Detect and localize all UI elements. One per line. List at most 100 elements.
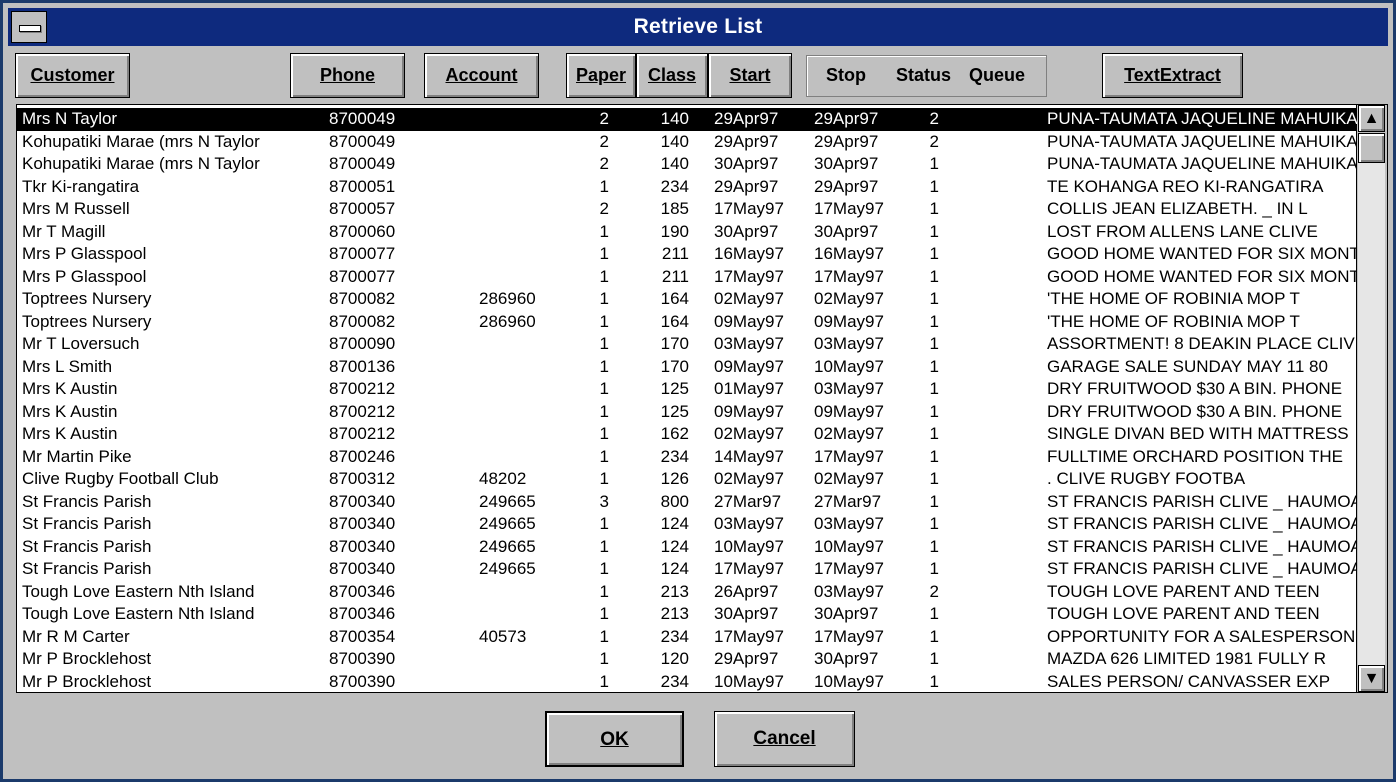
- list-cell: Mrs M Russell: [22, 199, 130, 218]
- cancel-label: Cancel: [753, 728, 816, 749]
- list-cell: 1: [599, 536, 609, 556]
- list-cell: 1: [599, 581, 609, 601]
- list-cell: 17May97: [714, 266, 784, 286]
- list-item[interactable]: Kohupatiki Marae (mrs N Taylor 8700049 2 14…: [17, 131, 1357, 154]
- retrieve-list-window: Retrieve List Customer Phone Account Pap…: [0, 0, 1396, 782]
- list-cell: 120: [660, 649, 689, 668]
- list-item[interactable]: St Francis Parish 8700340 249665 3 800 27Mar9…: [17, 491, 1357, 514]
- list-item[interactable]: Mrs M Russell 8700057 2 185 17May97 17May97 1 C…: [17, 198, 1357, 221]
- list-item[interactable]: St Francis Parish 8700340 249665 1 124 10May9…: [17, 536, 1357, 559]
- list-cell: 8700346: [329, 604, 396, 623]
- status-label[interactable]: Status: [896, 65, 951, 86]
- list-cell: 234: [660, 626, 689, 646]
- account-button[interactable]: Account: [424, 53, 539, 98]
- list-cell: 17May97: [814, 446, 884, 466]
- list-item[interactable]: Mr T Magill 8700060 1 190 30Apr97 30Apr97 1 LOS…: [17, 221, 1357, 244]
- list-cell: 30Apr97: [814, 154, 879, 173]
- list-cell: MAZDA 626 LIMITED 1981 FULLY R: [1047, 649, 1327, 668]
- list-item[interactable]: St Francis Parish 8700340 249665 1 124 03May9…: [17, 513, 1357, 536]
- list-cell: 27Mar97: [714, 491, 782, 511]
- list-item[interactable]: St Francis Parish 8700340 249665 1 124 17May9…: [17, 558, 1357, 581]
- paper-button[interactable]: Paper: [566, 53, 636, 98]
- list-item[interactable]: Mrs K Austin 8700212 1 162 02May97 02May97 1 SI…: [17, 423, 1357, 446]
- customer-button[interactable]: Customer: [15, 53, 130, 98]
- list-cell: 249665: [479, 536, 536, 556]
- list-cell: TOUGH LOVE PARENT AND TEEN: [1047, 604, 1320, 623]
- ok-button[interactable]: OK: [545, 711, 684, 767]
- textextract-button[interactable]: TextExtract: [1102, 53, 1243, 98]
- queue-label[interactable]: Queue: [969, 65, 1025, 86]
- list-cell: 1: [929, 311, 939, 331]
- list-item[interactable]: Tkr Ki-rangatira 8700051 1 234 29Apr97 29Apr9…: [17, 176, 1357, 199]
- list-item[interactable]: Mrs L Smith 8700136 1 170 09May97 10May97 1 GAR…: [17, 356, 1357, 379]
- list-cell: 1: [599, 244, 609, 263]
- list-cell: 286960: [479, 311, 536, 331]
- window-title: Retrieve List: [633, 15, 763, 38]
- list-cell: 8700246: [329, 446, 396, 466]
- list-cell: 02May97: [714, 424, 784, 443]
- list-item[interactable]: Mr R M Carter 8700354 40573 1 234 17May97 17Ma…: [17, 626, 1357, 649]
- list-item[interactable]: Toptrees Nursery 8700082 286960 1 164 09May97…: [17, 311, 1357, 334]
- list-item[interactable]: Mr Martin Pike 8700246 1 234 14May97 17May97 1…: [17, 446, 1357, 469]
- list-cell: 1: [929, 221, 939, 241]
- list-cell: 1: [929, 626, 939, 646]
- list-cell: 29Apr97: [714, 131, 779, 151]
- scroll-thumb[interactable]: [1358, 133, 1385, 163]
- list-cell: 3: [599, 491, 609, 511]
- list-cell: 2: [599, 154, 609, 173]
- list-cell: 190: [660, 221, 689, 241]
- list-cell: 8700340: [329, 536, 396, 556]
- customer-label: Customer: [30, 65, 115, 85]
- list-cell: 02May97: [714, 469, 784, 488]
- scroll-track[interactable]: [1358, 163, 1385, 665]
- list-item[interactable]: Mr T Loversuch 8700090 1 170 03May97 03May97 1…: [17, 333, 1357, 356]
- list-item[interactable]: Mrs K Austin 8700212 1 125 09May97 09May97 1 DR…: [17, 401, 1357, 424]
- list-cell: 1: [929, 401, 939, 421]
- list-cell: 17May97: [714, 199, 784, 218]
- class-button[interactable]: Class: [636, 53, 708, 98]
- list-cell: COLLIS JEAN ELIZABETH. _ IN L: [1047, 199, 1308, 218]
- list-item[interactable]: Mrs P Glasspool 8700077 1 211 17May97 17May97…: [17, 266, 1357, 289]
- list-item[interactable]: Toptrees Nursery 8700082 286960 1 164 02May97…: [17, 288, 1357, 311]
- list-cell: 1: [599, 604, 609, 623]
- list-item[interactable]: Mr P Brocklehost 8700390 1 234 10May97 10May9…: [17, 671, 1357, 693]
- list-cell: St Francis Parish: [22, 491, 152, 511]
- list-cell: 1: [929, 289, 939, 308]
- list-item[interactable]: Mr P Brocklehost 8700390 1 120 29Apr97 30Apr9…: [17, 648, 1357, 671]
- list-cell: 8700212: [329, 401, 396, 421]
- cancel-button[interactable]: Cancel: [714, 711, 855, 767]
- list-cell: 1: [599, 334, 609, 353]
- list-item[interactable]: Kohupatiki Marae (mrs N Taylor 8700049 2 14…: [17, 153, 1357, 176]
- list-cell: 800: [660, 491, 689, 511]
- phone-button[interactable]: Phone: [290, 53, 405, 98]
- list-cell: 1: [599, 311, 609, 331]
- list-cell: Clive Rugby Football Club: [22, 469, 219, 488]
- list-item[interactable]: Tough Love Eastern Nth Island 8700346 1 213…: [17, 603, 1357, 626]
- list-cell: 8700354: [329, 626, 396, 646]
- stop-label[interactable]: Stop: [826, 65, 866, 86]
- list-cell: 48202: [479, 469, 527, 488]
- list-item[interactable]: Mrs P Glasspool 8700077 1 211 16May97 16May97…: [17, 243, 1357, 266]
- list-cell: 02May97: [814, 469, 884, 488]
- vertical-scrollbar[interactable]: ▲ ▼: [1356, 105, 1387, 692]
- list-cell: 213: [660, 581, 689, 601]
- start-button[interactable]: Start: [708, 53, 792, 98]
- list-item[interactable]: Mrs N Taylor 8700049 2 140 29Apr97 29Apr97 2 PU…: [17, 108, 1357, 131]
- results-list[interactable]: ▲ ▼ Mrs N Taylor 8700049 2 140 29Apr97 29Apr9…: [16, 104, 1388, 693]
- list-cell: 8700077: [329, 266, 396, 286]
- list-cell: 17May97: [714, 626, 784, 646]
- list-cell: 1: [929, 469, 939, 488]
- list-item[interactable]: Mrs K Austin 8700212 1 125 01May97 03May97 1 DR…: [17, 378, 1357, 401]
- scroll-up-icon[interactable]: ▲: [1358, 105, 1385, 132]
- list-cell: ASSORTMENT! 8 DEAKIN PLACE CLIVE: [1047, 334, 1357, 353]
- list-cell: 10May97: [714, 671, 784, 691]
- list-cell: Kohupatiki Marae (mrs N Taylor: [22, 154, 260, 173]
- paper-label: Paper: [575, 65, 627, 85]
- list-cell: Toptrees Nursery: [22, 289, 152, 308]
- list-cell: 10May97: [814, 356, 884, 376]
- list-cell: 2: [929, 131, 939, 151]
- scroll-down-icon[interactable]: ▼: [1358, 665, 1385, 692]
- list-item[interactable]: Tough Love Eastern Nth Island 8700346 1 213…: [17, 581, 1357, 604]
- list-item[interactable]: Clive Rugby Football Club 8700312 48202 1 12…: [17, 468, 1357, 491]
- list-cell: PUNA-TAUMATA JAQUELINE MAHUIKA: [1047, 154, 1357, 173]
